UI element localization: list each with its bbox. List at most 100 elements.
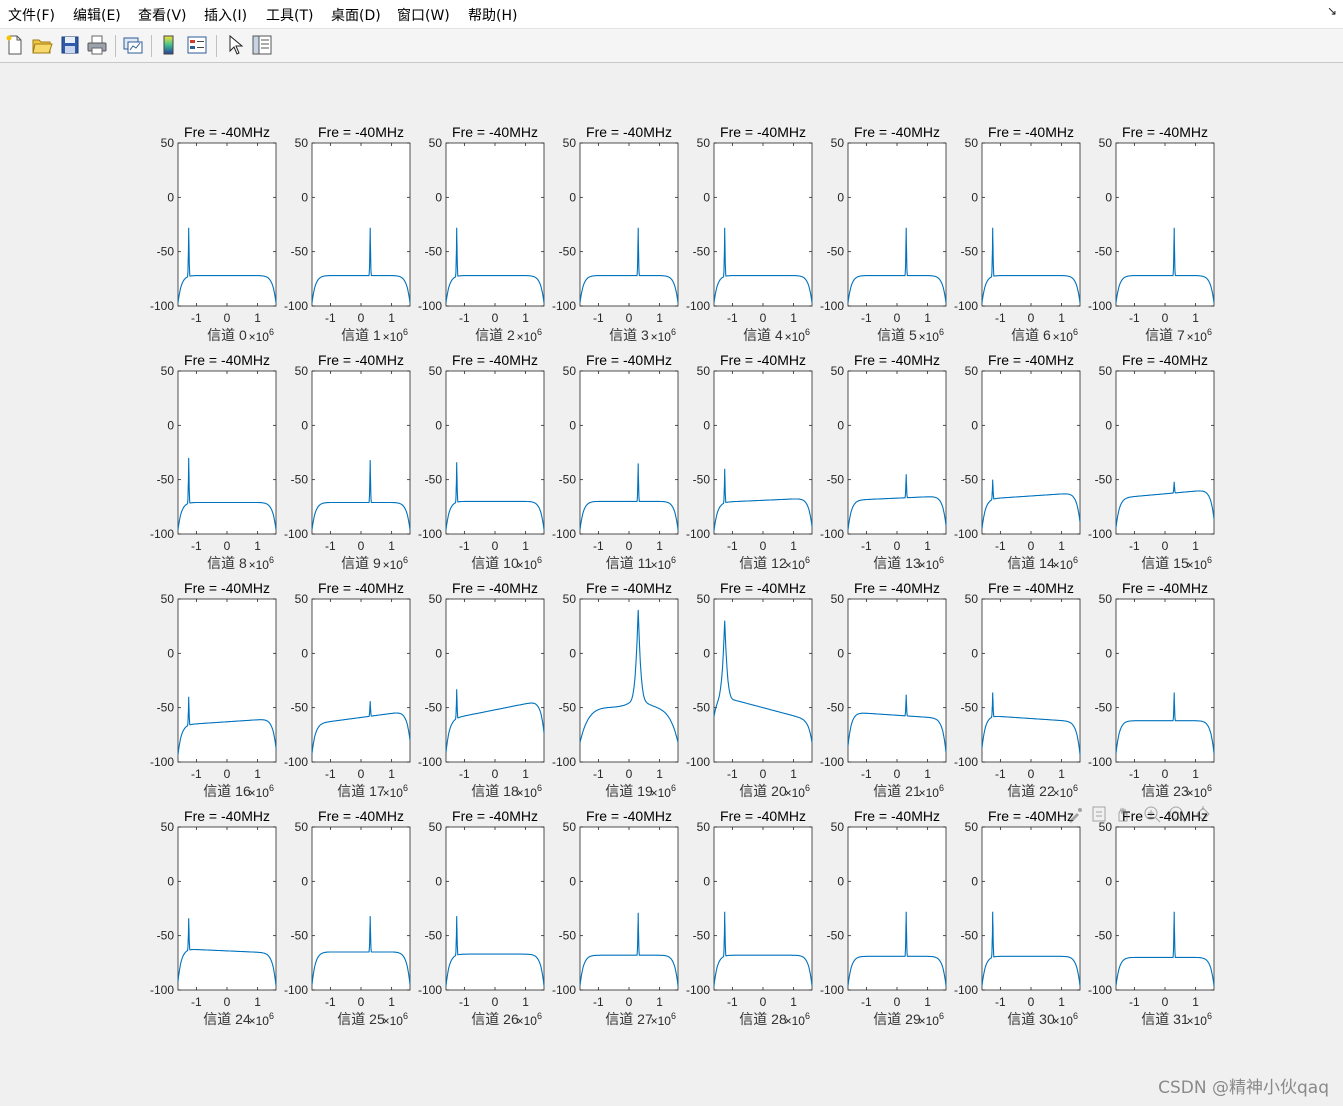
y-tick-label: -50	[961, 473, 979, 487]
y-tick-label: -100	[686, 755, 710, 769]
subplot-title: Fre = -40MHz	[586, 352, 672, 368]
axes-box	[177, 142, 277, 307]
x-tick-label: 1	[388, 995, 395, 1009]
menu-help[interactable]: 帮助(H)	[468, 5, 517, 25]
legend-icon[interactable]	[186, 34, 208, 56]
y-tick-label: 50	[697, 820, 711, 834]
y-tick-label: -50	[559, 929, 577, 943]
y-tick-label: -50	[1095, 701, 1113, 715]
x-exponent-label: ×106	[785, 1011, 810, 1028]
x-tick-label: 1	[388, 767, 395, 781]
y-tick-label: -50	[157, 701, 175, 715]
x-tick-label: -1	[861, 539, 872, 553]
subplot-axes: Fre = -40MHz 50 0 -50 -100 -1 0 1信道 22×106	[954, 580, 1081, 800]
subplot-axes: Fre = -40MHz500-50-100-1 0 1信道 31×106	[1088, 808, 1215, 1028]
subplot-axes: Fre = -40MHz 50 0 -50 -100 -1 0 1 信道 8 ×106	[150, 352, 277, 572]
y-tick-label: -50	[693, 929, 711, 943]
x-tick-label: -1	[727, 995, 738, 1009]
y-tick-label: 50	[1099, 592, 1113, 606]
y-tick-label: -100	[954, 527, 978, 541]
x-exponent-label: ×106	[1187, 783, 1212, 800]
x-axis-label: 信道 18	[471, 783, 519, 799]
y-tick-label: -100	[1088, 983, 1112, 997]
x-tick-label: 1	[656, 995, 663, 1009]
y-tick-label: 0	[301, 418, 308, 432]
colorbar-icon[interactable]	[158, 34, 180, 56]
subplot-title: Fre = -40MHz	[1122, 124, 1208, 140]
x-tick-label: 1	[1192, 767, 1199, 781]
y-tick-label: -100	[1088, 527, 1112, 541]
dock-figure-icon[interactable]: ↘	[1327, 4, 1337, 18]
menu-view[interactable]: 查看(V)	[138, 5, 187, 25]
menu-insert[interactable]: 插入(I)	[204, 5, 247, 25]
x-tick-label: -1	[1129, 767, 1140, 781]
subplot-title: Fre = -40MHz	[318, 580, 404, 596]
y-tick-label: -50	[961, 929, 979, 943]
x-tick-label: 0	[894, 995, 901, 1009]
brush-icon[interactable]	[1069, 808, 1082, 823]
y-tick-label: -100	[820, 983, 844, 997]
subplot-title: Fre = -40MHz	[318, 808, 404, 824]
link-plot-icon[interactable]	[122, 34, 144, 56]
x-exponent-label: ×106	[919, 1011, 944, 1028]
axes-box	[579, 370, 679, 535]
x-tick-label: -1	[861, 995, 872, 1009]
y-tick-label: 0	[971, 646, 978, 660]
x-axis-label: 信道 6	[1011, 327, 1051, 343]
subplot-title: Fre = -40MHz	[318, 352, 404, 368]
y-tick-label: 0	[1105, 190, 1112, 204]
axes-box	[445, 370, 545, 535]
y-tick-label: -50	[693, 473, 711, 487]
x-tick-label: 1	[790, 539, 797, 553]
restore-view-icon[interactable]	[1196, 806, 1210, 822]
x-tick-label: 0	[224, 311, 231, 325]
y-tick-label: -100	[284, 299, 308, 313]
y-tick-label: -50	[291, 701, 309, 715]
x-tick-label: 1	[924, 539, 931, 553]
y-tick-label: 0	[301, 646, 308, 660]
print-icon[interactable]	[86, 34, 108, 56]
menu-edit[interactable]: 编辑(E)	[73, 5, 121, 25]
subplot-title: Fre = -40MHz	[452, 352, 538, 368]
x-exponent-label: ×106	[651, 555, 676, 572]
y-tick-label: 0	[837, 190, 844, 204]
y-tick-label: 50	[965, 820, 979, 834]
open-file-icon[interactable]	[31, 34, 53, 56]
axes-toolbar	[1069, 806, 1210, 823]
axes-box	[981, 142, 1081, 307]
x-exponent-label: ×106	[383, 1011, 408, 1028]
y-tick-label: 50	[161, 364, 175, 378]
menu-desktop[interactable]: 桌面(D)	[331, 5, 381, 25]
save-icon[interactable]	[59, 34, 81, 56]
x-exponent-label: ×106	[1053, 1011, 1078, 1028]
figure-canvas: Fre = -40MHz500-50-100-1 0 1信道 0 ×106Fre = …	[150, 124, 1215, 1028]
menu-file[interactable]: 文件(F)	[8, 5, 55, 25]
x-tick-label: 0	[358, 767, 365, 781]
edit-plot-arrow-icon[interactable]	[224, 34, 246, 56]
y-tick-label: 0	[1105, 646, 1112, 660]
menu-tools[interactable]: 工具(T)	[266, 5, 313, 25]
y-tick-label: -100	[552, 983, 576, 997]
menu-window[interactable]: 窗口(W)	[397, 5, 450, 25]
subplot-title: Fre = -40MHz	[586, 580, 672, 596]
y-tick-label: 0	[1105, 874, 1112, 888]
subplot-axes: Fre = -40MHz 50 0 -50 -100 -1 0 1信道 24×106	[150, 808, 277, 1028]
x-exponent-label: ×106	[383, 783, 408, 800]
data-tips-icon[interactable]	[1092, 806, 1106, 822]
subplot-title: Fre = -40MHz	[720, 580, 806, 596]
zoom-out-icon[interactable]	[1169, 806, 1186, 823]
subplot-title: Fre = -40MHz	[988, 808, 1074, 824]
zoom-in-icon[interactable]	[1144, 806, 1161, 823]
axes-box	[445, 598, 545, 763]
y-tick-label: 50	[429, 820, 443, 834]
new-figure-icon[interactable]	[4, 34, 26, 56]
y-tick-label: 50	[161, 136, 175, 150]
y-tick-label: 0	[837, 874, 844, 888]
y-tick-label: 0	[703, 646, 710, 660]
x-axis-label: 信道 22	[1007, 783, 1055, 799]
property-inspector-icon[interactable]	[251, 34, 273, 56]
x-tick-label: -1	[191, 311, 202, 325]
axes-box	[713, 598, 813, 763]
x-tick-label: 0	[1162, 539, 1169, 553]
pan-hand-icon[interactable]	[1118, 807, 1128, 822]
